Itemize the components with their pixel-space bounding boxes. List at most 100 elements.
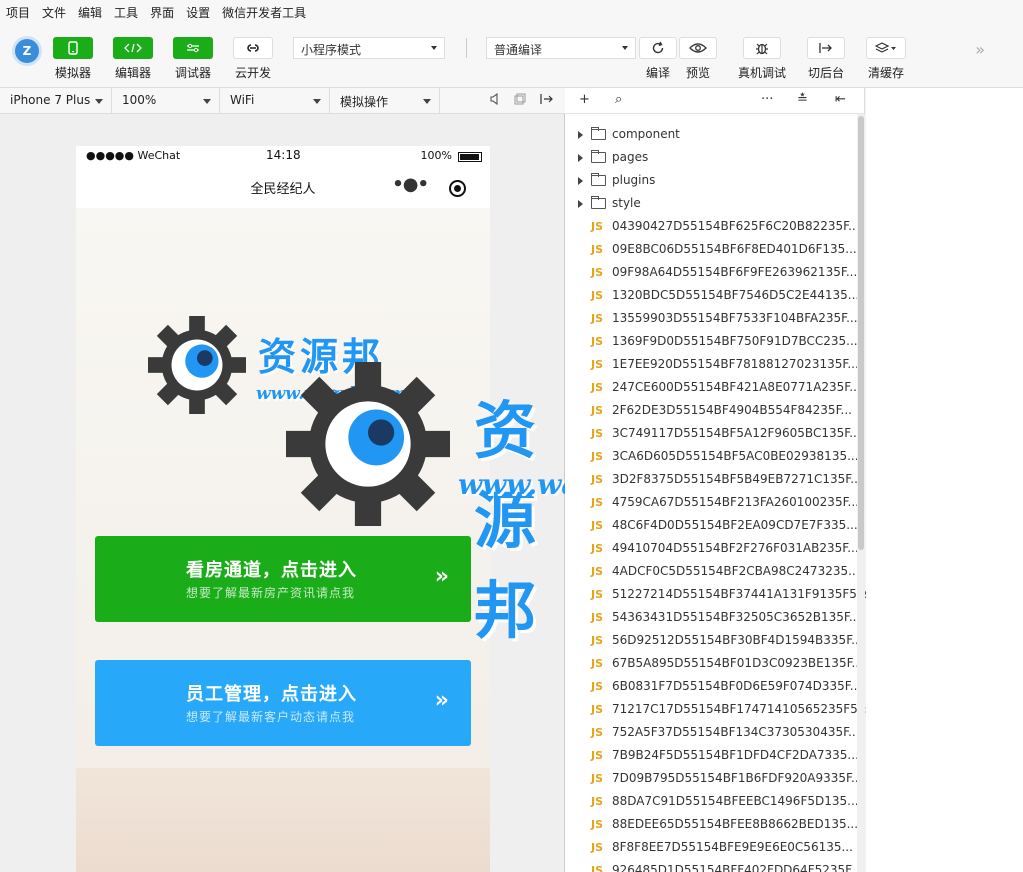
menu-view[interactable]: 界面 bbox=[150, 4, 174, 21]
file-name: 1E7EE920D55154BF78188127023135F... bbox=[612, 357, 859, 371]
mute-icon[interactable] bbox=[490, 92, 500, 108]
file-item[interactable]: JS 3CA6D605D55154BF5AC0BE02938135... bbox=[565, 446, 859, 469]
operation-select-value: 模拟操作 bbox=[340, 95, 389, 109]
house-channel-button[interactable]: 看房通道，点击进入 想要了解最新房产资讯请点我 » bbox=[95, 536, 471, 622]
file-item[interactable]: JS 04390427D55154BF625F6C20B82235F... bbox=[565, 216, 860, 239]
file-name: 4ADCF0C5D55154BF2CBA98C2473235... bbox=[612, 564, 860, 578]
file-tree-scrollbar[interactable] bbox=[857, 114, 865, 872]
staff-management-title: 员工管理，点击进入 bbox=[186, 684, 357, 705]
device-select[interactable]: iPhone 7 Plus bbox=[0, 88, 112, 114]
folder-item[interactable]: pages bbox=[565, 147, 855, 170]
file-item[interactable]: JS 48C6F4D0D55154BF2EA09CD7E7F335... bbox=[565, 515, 858, 538]
simulator-button[interactable]: 模拟器 bbox=[45, 37, 101, 81]
file-item[interactable]: JS 51227214D55154BF37441A131F9135F5.js bbox=[565, 584, 870, 607]
file-item[interactable]: JS 71217C17D55154BF17471410565235F5.js bbox=[565, 699, 871, 722]
menu-settings[interactable]: 设置 bbox=[186, 4, 210, 21]
file-item[interactable]: JS 1369F9D0D55154BF750F91D7BCC235... bbox=[565, 331, 858, 354]
background-button[interactable]: 切后台 bbox=[798, 37, 854, 81]
cloud-link-icon bbox=[233, 37, 273, 59]
folder-item[interactable]: plugins bbox=[565, 170, 855, 193]
menu-project[interactable]: 项目 bbox=[6, 4, 30, 21]
file-item[interactable]: JS 54363431D55154BF32505C3652B135F... bbox=[565, 607, 860, 630]
file-item[interactable]: JS 49410704D55154BF2F276F031AB235F... bbox=[565, 538, 859, 561]
menu-file[interactable]: 文件 bbox=[42, 4, 66, 21]
file-item[interactable]: JS 926485D1D55154BFF402FDD64F5235F... bbox=[565, 860, 862, 872]
file-item[interactable]: JS 8F8F8EE7D55154BFE9E9E6E0C56135... bbox=[565, 837, 855, 860]
detach-icon[interactable] bbox=[540, 93, 554, 108]
folder-item[interactable]: component bbox=[565, 124, 855, 147]
debugger-button[interactable]: 调试器 bbox=[165, 37, 221, 81]
file-item[interactable]: JS 88EDEE65D55154BFEE8B8662BED135... bbox=[565, 814, 859, 837]
menu-tools[interactable]: 工具 bbox=[114, 4, 138, 21]
network-select[interactable]: WiFi bbox=[220, 88, 330, 114]
file-name: 6B0831F7D55154BF0D6E59F074D335F... bbox=[612, 679, 862, 693]
cloud-button[interactable]: 云开发 bbox=[225, 37, 281, 81]
file-item[interactable]: JS 56D92512D55154BF30BF4D1594B335F... bbox=[565, 630, 863, 653]
file-name: 2F62DE3D55154BF4904B554F84235F... bbox=[612, 403, 852, 417]
file-item[interactable]: JS 09E8BC06D55154BF6F8ED401D6F135... bbox=[565, 239, 857, 262]
compile-select[interactable]: 普通编译 bbox=[486, 37, 636, 59]
file-item[interactable]: JS 6B0831F7D55154BF0D6E59F074D335F... bbox=[565, 676, 861, 699]
file-item[interactable]: JS 3C749117D55154BF5A12F9605BC135F... bbox=[565, 423, 861, 446]
file-item[interactable]: JS 4ADCF0C5D55154BF2CBA98C2473235... bbox=[565, 561, 860, 584]
folder-item[interactable]: style bbox=[565, 193, 855, 216]
file-name: 926485D1D55154BFF402FDD64F5235F... bbox=[612, 863, 862, 872]
battery-icon bbox=[458, 152, 482, 162]
phone-status-bar: ●●●●● WeChat 14:18 100% bbox=[76, 146, 490, 166]
staff-management-subtitle: 想要了解最新客户动态请点我 bbox=[186, 710, 356, 724]
more-options-icon[interactable]: ··· bbox=[761, 92, 773, 107]
operation-select[interactable]: 模拟操作 bbox=[330, 88, 440, 114]
staff-management-button[interactable]: 员工管理，点击进入 想要了解最新客户动态请点我 » bbox=[95, 660, 471, 746]
js-file-icon: JS bbox=[591, 404, 604, 417]
window-icon[interactable] bbox=[514, 93, 526, 108]
hide-panel-icon[interactable]: ⇤ bbox=[835, 92, 846, 107]
background-label: 切后台 bbox=[807, 66, 844, 80]
file-item[interactable]: JS 1E7EE920D55154BF78188127023135F... bbox=[565, 354, 859, 377]
file-item[interactable]: JS 7B9B24F5D55154BF1DFD4CF2DA7335... bbox=[565, 745, 859, 768]
file-name: 88EDEE65D55154BFEE8B8662BED135... bbox=[612, 817, 859, 831]
search-icon[interactable]: ⌕ bbox=[615, 92, 622, 107]
file-item[interactable]: JS 88DA7C91D55154BFEEBC1496F5D135... bbox=[565, 791, 859, 814]
code-icon bbox=[113, 37, 153, 59]
editor-label: 编辑器 bbox=[114, 66, 151, 80]
network-select-value: WiFi bbox=[230, 93, 255, 107]
menu-edit[interactable]: 编辑 bbox=[78, 4, 102, 21]
chevron-down-icon bbox=[423, 99, 431, 104]
preview-button[interactable]: 预览 bbox=[670, 37, 726, 81]
file-item[interactable]: JS 2F62DE3D55154BF4904B554F84235F... bbox=[565, 400, 855, 423]
clear-cache-button[interactable]: 清缓存 bbox=[858, 37, 914, 81]
zoom-select[interactable]: 100% bbox=[112, 88, 220, 114]
js-file-icon: JS bbox=[591, 220, 604, 233]
more-dots-icon[interactable]: •●• bbox=[392, 174, 429, 195]
file-item[interactable]: JS 13559903D55154BF7533F104BFA235F... bbox=[565, 308, 858, 331]
file-item[interactable]: JS 1320BDC5D55154BF7546D5C2E44135... bbox=[565, 285, 859, 308]
file-name: 8F8F8EE7D55154BFE9E9E6E0C56135... bbox=[612, 840, 853, 854]
file-item[interactable]: JS 67B5A895D55154BF01D3C0923BE135F... bbox=[565, 653, 863, 676]
file-item[interactable]: JS 09F98A64D55154BF6F9FE263962135F... bbox=[565, 262, 857, 285]
editor-button[interactable]: 编辑器 bbox=[105, 37, 161, 81]
phone-icon bbox=[53, 37, 93, 59]
file-item[interactable]: JS 3D2F8375D55154BF5B49EB7271C135F... bbox=[565, 469, 862, 492]
file-item[interactable]: JS 247CE600D55154BF421A8E0771A235F... bbox=[565, 377, 861, 400]
zoom-select-value: 100% bbox=[122, 93, 157, 107]
file-item[interactable]: JS 7D09B795D55154BF1B6FDF920A9335F... bbox=[565, 768, 862, 791]
close-capsule-icon[interactable] bbox=[449, 180, 466, 197]
collapse-icon[interactable]: ≛ bbox=[797, 92, 808, 107]
real-debug-button[interactable]: 真机调试 bbox=[734, 37, 790, 81]
file-item[interactable]: JS 752A5F37D55154BF134C3730530435F... bbox=[565, 722, 860, 745]
js-file-icon: JS bbox=[591, 565, 604, 578]
double-chevron-right-icon: » bbox=[434, 564, 449, 589]
js-file-icon: JS bbox=[591, 289, 604, 302]
mode-select[interactable]: 小程序模式 bbox=[293, 37, 445, 59]
menu-devtools[interactable]: 微信开发者工具 bbox=[222, 4, 306, 21]
file-item[interactable]: JS 4759CA67D55154BF213FA260100235F... bbox=[565, 492, 859, 515]
expand-more-icon[interactable]: » bbox=[975, 40, 985, 59]
file-name: 54363431D55154BF32505C3652B135F... bbox=[612, 610, 861, 624]
bug-icon bbox=[743, 37, 781, 59]
js-file-icon: JS bbox=[591, 611, 604, 624]
editor-pane bbox=[866, 88, 1023, 872]
js-file-icon: JS bbox=[591, 427, 604, 440]
chevron-down-icon bbox=[203, 99, 211, 104]
add-file-icon[interactable]: + bbox=[579, 92, 590, 107]
file-name: 752A5F37D55154BF134C3730530435F... bbox=[612, 725, 860, 739]
